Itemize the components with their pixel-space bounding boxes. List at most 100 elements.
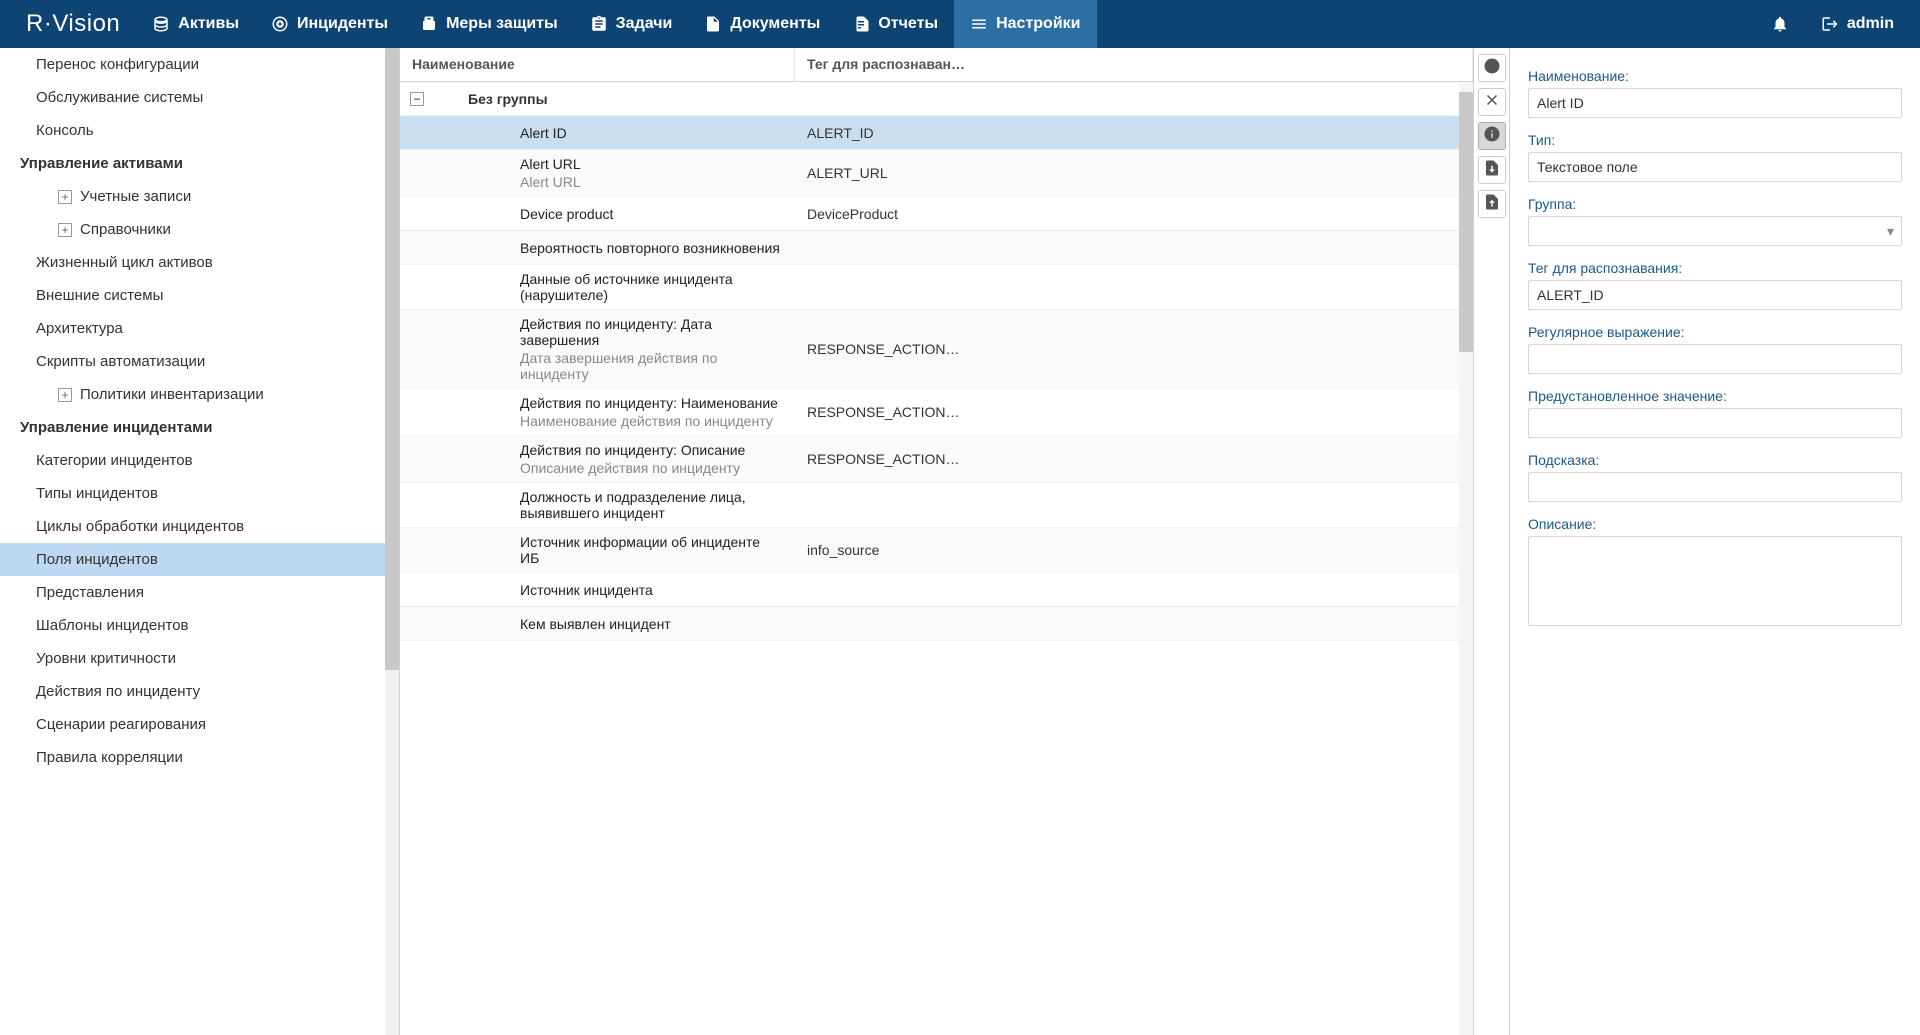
sidebar-item[interactable]: +Политики инвентаризации xyxy=(0,378,385,411)
table-row[interactable]: Device productDeviceProduct xyxy=(400,197,1473,231)
sidebar-label: Перенос конфигурации xyxy=(36,56,199,73)
import-button[interactable] xyxy=(1478,190,1506,218)
row-tag xyxy=(795,618,1473,630)
sidebar-item[interactable]: Управление инцидентами xyxy=(0,411,385,444)
user-menu[interactable]: admin xyxy=(1805,15,1910,33)
grid-scroll-thumb[interactable] xyxy=(1459,92,1473,352)
sidebar-label: Обслуживание системы xyxy=(36,89,203,106)
group-collapse-icon[interactable]: − xyxy=(410,92,424,106)
table-row[interactable]: Alert URLAlert URLALERT_URL xyxy=(400,150,1473,197)
row-subtitle: Наименование действия по инциденту xyxy=(520,413,783,429)
nav-document[interactable]: Документы xyxy=(688,0,836,48)
nav-label: Документы xyxy=(730,15,820,33)
table-row[interactable]: Источник информации об инциденте ИБinfo_… xyxy=(400,528,1473,573)
tree-expander-icon[interactable]: + xyxy=(58,190,72,204)
prop-regex-input[interactable] xyxy=(1528,344,1902,374)
sidebar-item[interactable]: Категории инцидентов xyxy=(0,444,385,477)
group-name: Без группы xyxy=(468,91,548,107)
nav-clipboard[interactable]: Задачи xyxy=(574,0,689,48)
table-row[interactable]: Данные об источнике инцидента (нарушител… xyxy=(400,265,1473,310)
sidebar-item[interactable]: Типы инцидентов xyxy=(0,477,385,510)
prop-group-select[interactable] xyxy=(1528,216,1902,246)
sidebar-label: Представления xyxy=(36,584,144,601)
row-name: Alert URL xyxy=(520,156,783,172)
username: admin xyxy=(1847,15,1894,33)
notifications-button[interactable] xyxy=(1755,15,1805,33)
close-icon xyxy=(1483,91,1501,114)
sidebar-item[interactable]: Архитектура xyxy=(0,312,385,345)
prop-type-input[interactable] xyxy=(1528,152,1902,182)
row-tag xyxy=(795,499,1473,511)
bell-icon xyxy=(1771,15,1789,33)
prop-desc-textarea[interactable] xyxy=(1528,536,1902,626)
add-button[interactable] xyxy=(1478,54,1506,82)
table-row[interactable]: Действия по инциденту: Дата завершенияДа… xyxy=(400,310,1473,389)
sidebar-item[interactable]: Скрипты автоматизации xyxy=(0,345,385,378)
export-button[interactable] xyxy=(1478,156,1506,184)
table-row[interactable]: Кем выявлен инцидент xyxy=(400,607,1473,641)
table-row[interactable]: Источник инцидента xyxy=(400,573,1473,607)
fields-grid: Наименование Тег для распознаван… − Без г… xyxy=(400,48,1474,1035)
nav-report[interactable]: Отчеты xyxy=(836,0,954,48)
sidebar-label: Правила корреляции xyxy=(36,749,183,766)
tree-expander-icon[interactable]: + xyxy=(58,388,72,402)
nav-shield-doc[interactable]: Меры защиты xyxy=(404,0,574,48)
row-tag xyxy=(795,584,1473,596)
sidebar-item[interactable]: Представления xyxy=(0,576,385,609)
info-icon xyxy=(1483,125,1501,148)
sidebar-item[interactable]: Перенос конфигурации xyxy=(0,48,385,81)
col-header-tag[interactable]: Тег для распознаван… xyxy=(795,48,1473,81)
sidebar-item[interactable]: Правила корреляции xyxy=(0,741,385,774)
report-icon xyxy=(852,15,870,33)
prop-name-input[interactable] xyxy=(1528,88,1902,118)
topbar: R·Vision АктивыИнцидентыМеры защитыЗадач… xyxy=(0,0,1920,48)
menu-icon xyxy=(970,15,988,33)
sidebar-item[interactable]: +Учетные записи xyxy=(0,180,385,213)
table-row[interactable]: Должность и подразделение лица, выявивше… xyxy=(400,483,1473,528)
sidebar-item[interactable]: Сценарии реагирования xyxy=(0,708,385,741)
nav-label: Меры защиты xyxy=(446,15,558,33)
sidebar-item[interactable]: Циклы обработки инцидентов xyxy=(0,510,385,543)
document-icon xyxy=(704,15,722,33)
sidebar-item[interactable]: Управление активами xyxy=(0,147,385,180)
sidebar-item[interactable]: Обслуживание системы xyxy=(0,81,385,114)
logout-icon xyxy=(1821,15,1839,33)
row-subtitle: Описание действия по инциденту xyxy=(520,460,783,476)
group-row[interactable]: − Без группы xyxy=(400,82,1473,116)
sidebar-item[interactable]: Жизненный цикл активов xyxy=(0,246,385,279)
sidebar-label: Уровни критичности xyxy=(36,650,176,667)
nav-menu[interactable]: Настройки xyxy=(954,0,1096,48)
row-name: Вероятность повторного возникновения xyxy=(520,240,783,256)
sidebar-item[interactable]: Консоль xyxy=(0,114,385,147)
prop-group-label: Группа: xyxy=(1528,196,1902,212)
sidebar-item[interactable]: Действия по инциденту xyxy=(0,675,385,708)
prop-hint-input[interactable] xyxy=(1528,472,1902,502)
sidebar-item[interactable]: Внешние системы xyxy=(0,279,385,312)
sidebar-label: Действия по инциденту xyxy=(36,683,200,700)
center-panel: Наименование Тег для распознаван… − Без г… xyxy=(400,48,1920,1035)
row-subtitle: Дата завершения действия по инциденту xyxy=(520,350,783,382)
tree-expander-icon[interactable]: + xyxy=(58,223,72,237)
table-row[interactable]: Действия по инциденту: ОписаниеОписание … xyxy=(400,436,1473,483)
prop-tag-input[interactable] xyxy=(1528,280,1902,310)
delete-button[interactable] xyxy=(1478,88,1506,116)
sidebar-item[interactable]: +Справочники xyxy=(0,213,385,246)
sidebar-item[interactable]: Шаблоны инцидентов xyxy=(0,609,385,642)
nav-database[interactable]: Активы xyxy=(136,0,255,48)
sidebar-scroll-thumb[interactable] xyxy=(385,48,399,670)
sidebar-label: Консоль xyxy=(36,122,94,139)
table-row[interactable]: Alert IDALERT_ID xyxy=(400,116,1473,150)
nav-target[interactable]: Инциденты xyxy=(255,0,404,48)
sidebar-item[interactable]: Поля инцидентов xyxy=(0,543,385,576)
plus-icon xyxy=(1483,57,1501,80)
sidebar-scrollbar[interactable] xyxy=(385,48,399,1035)
sidebar-label: Внешние системы xyxy=(36,287,163,304)
col-header-name[interactable]: Наименование xyxy=(400,48,795,81)
prop-preset-input[interactable] xyxy=(1528,408,1902,438)
table-row[interactable]: Действия по инциденту: НаименованиеНаиме… xyxy=(400,389,1473,436)
info-button[interactable] xyxy=(1478,122,1506,150)
import-icon xyxy=(1483,193,1501,216)
table-row[interactable]: Вероятность повторного возникновения xyxy=(400,231,1473,265)
sidebar-item[interactable]: Уровни критичности xyxy=(0,642,385,675)
grid-scrollbar[interactable] xyxy=(1459,82,1473,1035)
